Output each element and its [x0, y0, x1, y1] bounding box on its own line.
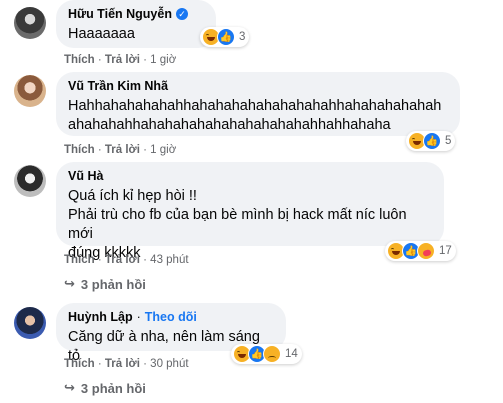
- reply-link[interactable]: Trả lời: [105, 144, 140, 156]
- comment-bubble: Vũ Hà Quá ích kỉ hẹp hòi !! Phải trù cho…: [56, 162, 444, 261]
- like-link[interactable]: Thích: [64, 54, 95, 66]
- view-replies-link[interactable]: ↪ 3 phản hồi: [64, 276, 146, 292]
- avatar[interactable]: [14, 307, 46, 339]
- reply-link[interactable]: Trả lời: [105, 54, 140, 66]
- like-icon: 👍: [423, 132, 441, 150]
- reaction-count: 14: [285, 348, 298, 360]
- avatar[interactable]: [14, 7, 46, 39]
- reaction-summary[interactable]: 👍 17: [385, 241, 456, 261]
- reaction-count: 5: [445, 135, 452, 147]
- view-replies-link[interactable]: ↪ 3 phản hồi: [64, 380, 146, 396]
- like-link[interactable]: Thích: [64, 358, 95, 370]
- commenter-name[interactable]: Hữu Tiến Nguyễn ✓: [68, 6, 204, 22]
- comment-text: Quá ích kỉ hẹp hòi !! Phải trù cho fb củ…: [68, 188, 407, 261]
- comment-text: Hahhahahahahahhahahahahahahahahahhahahah…: [68, 98, 442, 133]
- timestamp[interactable]: 1 giờ: [150, 144, 176, 156]
- comment-text: Haaaaaaa: [68, 26, 135, 42]
- follow-button[interactable]: Theo dõi: [145, 309, 197, 325]
- like-icon: 👍: [217, 28, 235, 46]
- reaction-summary[interactable]: 👍 3: [200, 27, 250, 47]
- reaction-count: 17: [439, 245, 452, 257]
- like-link[interactable]: Thích: [64, 254, 95, 266]
- replies-count-label: 3 phản hồi: [80, 380, 146, 396]
- commenter-name[interactable]: Huỳnh Lập · Theo dõi: [68, 309, 274, 325]
- verified-badge-icon: ✓: [175, 8, 188, 20]
- timestamp[interactable]: 30 phút: [150, 358, 188, 370]
- comment-actions: Thích · Trả lời · 30 phút: [64, 358, 189, 370]
- reaction-summary[interactable]: 👍 5: [406, 131, 456, 151]
- like-link[interactable]: Thích: [64, 144, 95, 156]
- timestamp[interactable]: 1 giờ: [150, 54, 176, 66]
- reply-link[interactable]: Trả lời: [105, 358, 140, 370]
- avatar[interactable]: [14, 75, 46, 107]
- reaction-count: 3: [239, 31, 246, 43]
- reply-link[interactable]: Trả lời: [105, 254, 140, 266]
- replies-count-label: 3 phản hồi: [80, 276, 146, 292]
- commenter-name[interactable]: Vũ Trần Kim Nhã: [68, 78, 448, 94]
- comment-actions: Thích · Trả lời · 1 giờ: [64, 54, 177, 66]
- reply-arrow-icon: ↪: [64, 380, 75, 395]
- commenter-name[interactable]: Vũ Hà: [68, 168, 432, 184]
- care-icon: [417, 242, 435, 260]
- reaction-summary[interactable]: 👍 14: [231, 344, 302, 364]
- comment-actions: Thích · Trả lời · 1 giờ: [64, 144, 177, 156]
- comment-bubble: Hữu Tiến Nguyễn ✓ Haaaaaaa: [56, 0, 216, 48]
- avatar[interactable]: [14, 165, 46, 197]
- comment-bubble: Vũ Trần Kim Nhã Hahhahahahahahhahahahaha…: [56, 72, 460, 136]
- sad-icon: [263, 345, 281, 363]
- comment-actions: Thích · Trả lời · 43 phút: [64, 254, 189, 266]
- reply-arrow-icon: ↪: [64, 276, 75, 291]
- timestamp[interactable]: 43 phút: [150, 254, 188, 266]
